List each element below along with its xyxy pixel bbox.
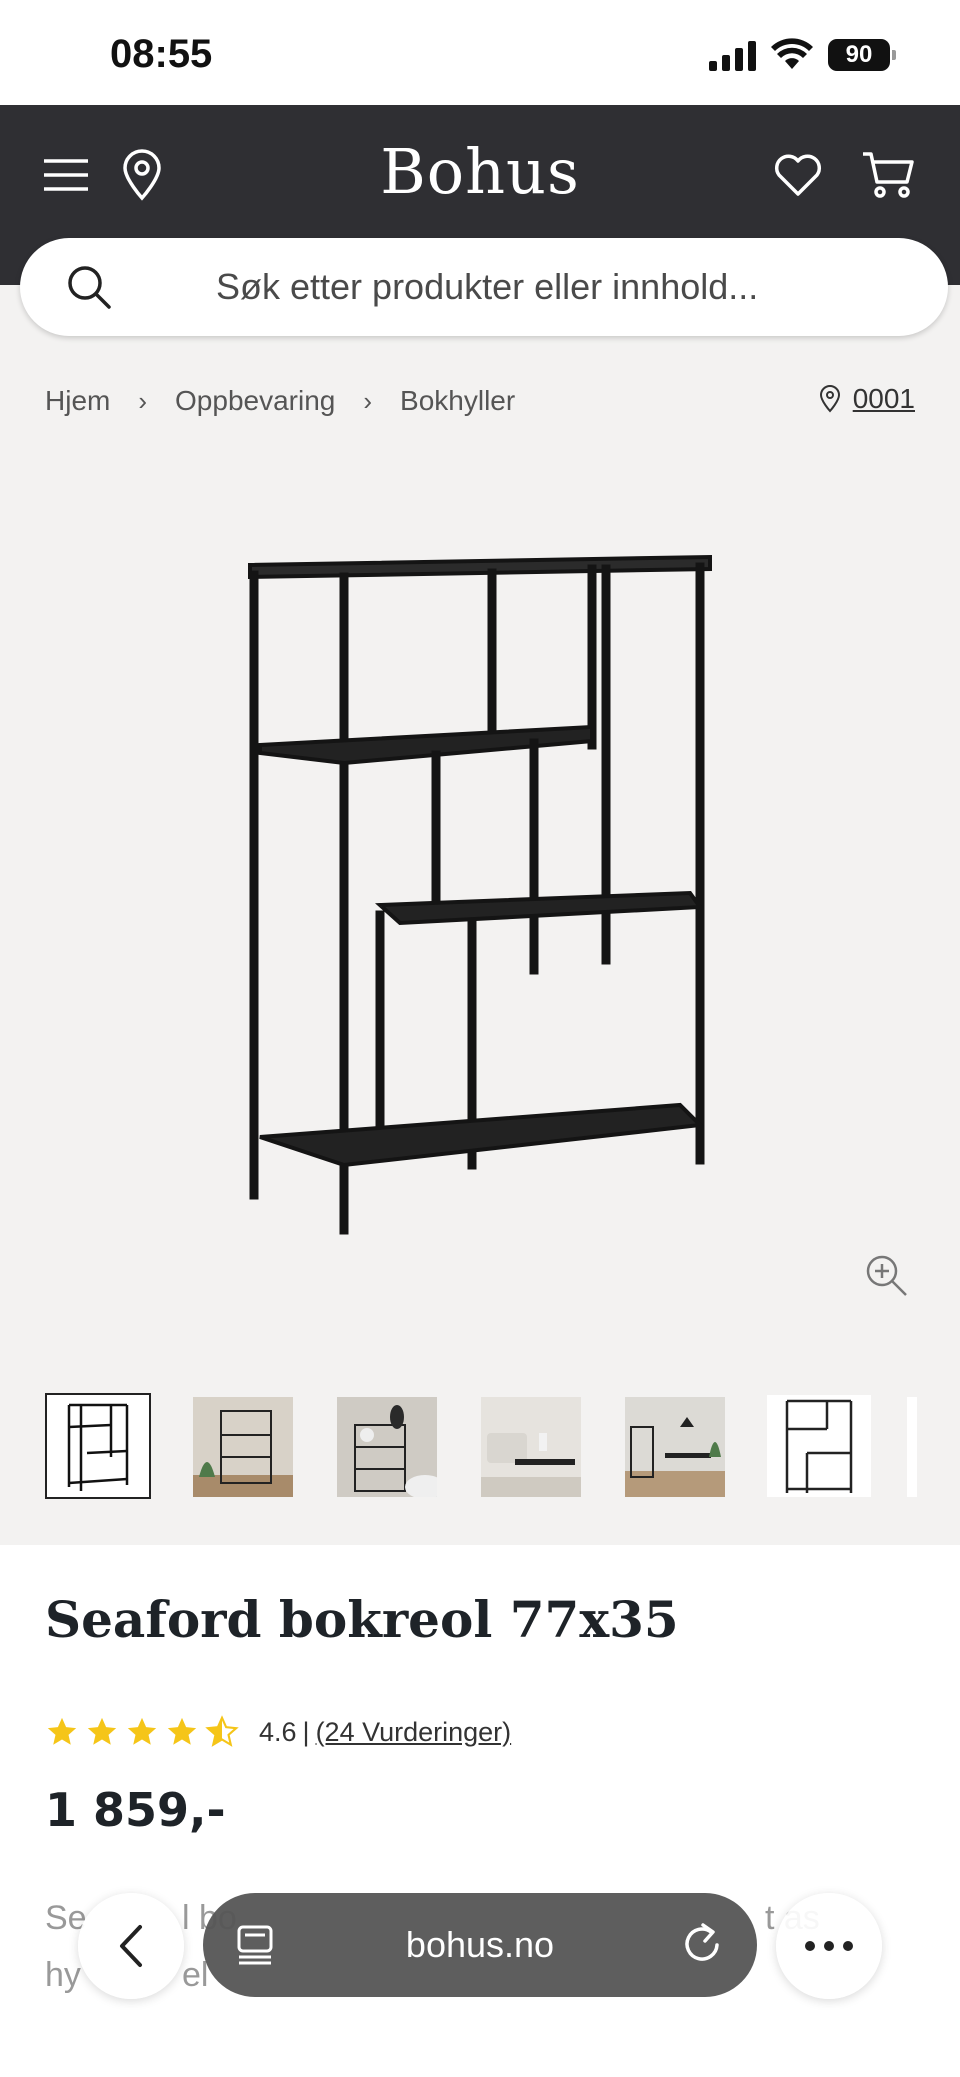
product-gallery-area: Hjem › Oppbevaring › Bokhyller 0001 (0, 285, 960, 1545)
chevron-right-icon: › (363, 385, 373, 416)
star-half-icon (205, 1715, 239, 1747)
zoom-in-icon (866, 1255, 907, 1296)
reload-icon[interactable] (681, 1921, 725, 1967)
zoom-button[interactable] (862, 1251, 912, 1301)
room-thumb-image (625, 1397, 725, 1497)
rating-divider: | (302, 1716, 310, 1747)
search-icon (68, 266, 111, 309)
star-full-icon (87, 1717, 117, 1745)
star-full-icon (167, 1717, 197, 1745)
product-image[interactable] (220, 545, 740, 1265)
browser-url: bohus.no (405, 1924, 555, 1965)
product-price: 1 859,- (45, 1783, 226, 1837)
wifi-icon (771, 38, 813, 69)
status-bar: 08:55 90 (0, 0, 960, 105)
signal-icon (709, 39, 756, 71)
cart-button[interactable] (858, 145, 918, 205)
browser-back-button[interactable] (78, 1893, 184, 1999)
room-thumb-image (337, 1397, 445, 1499)
thumbnail-3[interactable] (337, 1397, 445, 1499)
reviews-link[interactable]: (24 Vurderinger) (316, 1717, 512, 1748)
thumbnail-6[interactable] (767, 1395, 871, 1497)
heart-icon (774, 154, 822, 196)
thumbnail-4[interactable] (481, 1397, 581, 1497)
battery-icon: 90 (828, 39, 896, 71)
room-thumb-image (481, 1397, 581, 1497)
thumbnail-strip (45, 1393, 960, 1501)
product-rating[interactable]: 4.6 | (24 Vurderinger) (45, 1715, 511, 1749)
breadcrumb-home[interactable]: Hjem (45, 385, 110, 417)
thumbnail-2[interactable] (193, 1397, 293, 1497)
status-icons: 90 (709, 38, 896, 72)
chevron-left-icon (120, 1925, 142, 1967)
thumbnail-5[interactable] (625, 1397, 725, 1497)
star-full-icon (127, 1717, 157, 1745)
browser-more-button[interactable] (776, 1893, 882, 1999)
search-bar[interactable]: Søk etter produkter eller innhold... (20, 238, 948, 336)
bookshelf-thumb-image (785, 1399, 853, 1493)
room-thumb-image (193, 1397, 293, 1497)
status-time: 08:55 (110, 32, 213, 76)
rating-value: 4.6 (259, 1716, 297, 1747)
location-pin-icon (819, 385, 840, 413)
cart-icon (863, 152, 914, 198)
product-title: Seaford bokreol 77x35 (45, 1590, 679, 1649)
desc-fragment: hy (45, 1956, 81, 1994)
thumbnail-7[interactable] (907, 1397, 917, 1497)
breadcrumb: Hjem › Oppbevaring › Bokhyller (45, 385, 515, 417)
store-number: 0001 (852, 383, 915, 414)
browser-url-bar[interactable]: bohus.no (203, 1893, 757, 1997)
bookshelf-thumb-image (67, 1403, 129, 1491)
chevron-right-icon: › (138, 385, 148, 416)
more-dots-icon (805, 1941, 853, 1951)
star-full-icon (47, 1717, 77, 1745)
thumbnail-1[interactable] (45, 1393, 151, 1499)
breadcrumb-storage[interactable]: Oppbevaring (175, 385, 335, 417)
store-selector[interactable]: 0001 (819, 383, 915, 415)
breadcrumb-bookshelves[interactable]: Bokhyller (400, 385, 515, 417)
wishlist-button[interactable] (768, 145, 828, 205)
search-input[interactable]: Søk etter produkter eller innhold... (216, 266, 758, 308)
battery-level: 90 (845, 41, 873, 68)
